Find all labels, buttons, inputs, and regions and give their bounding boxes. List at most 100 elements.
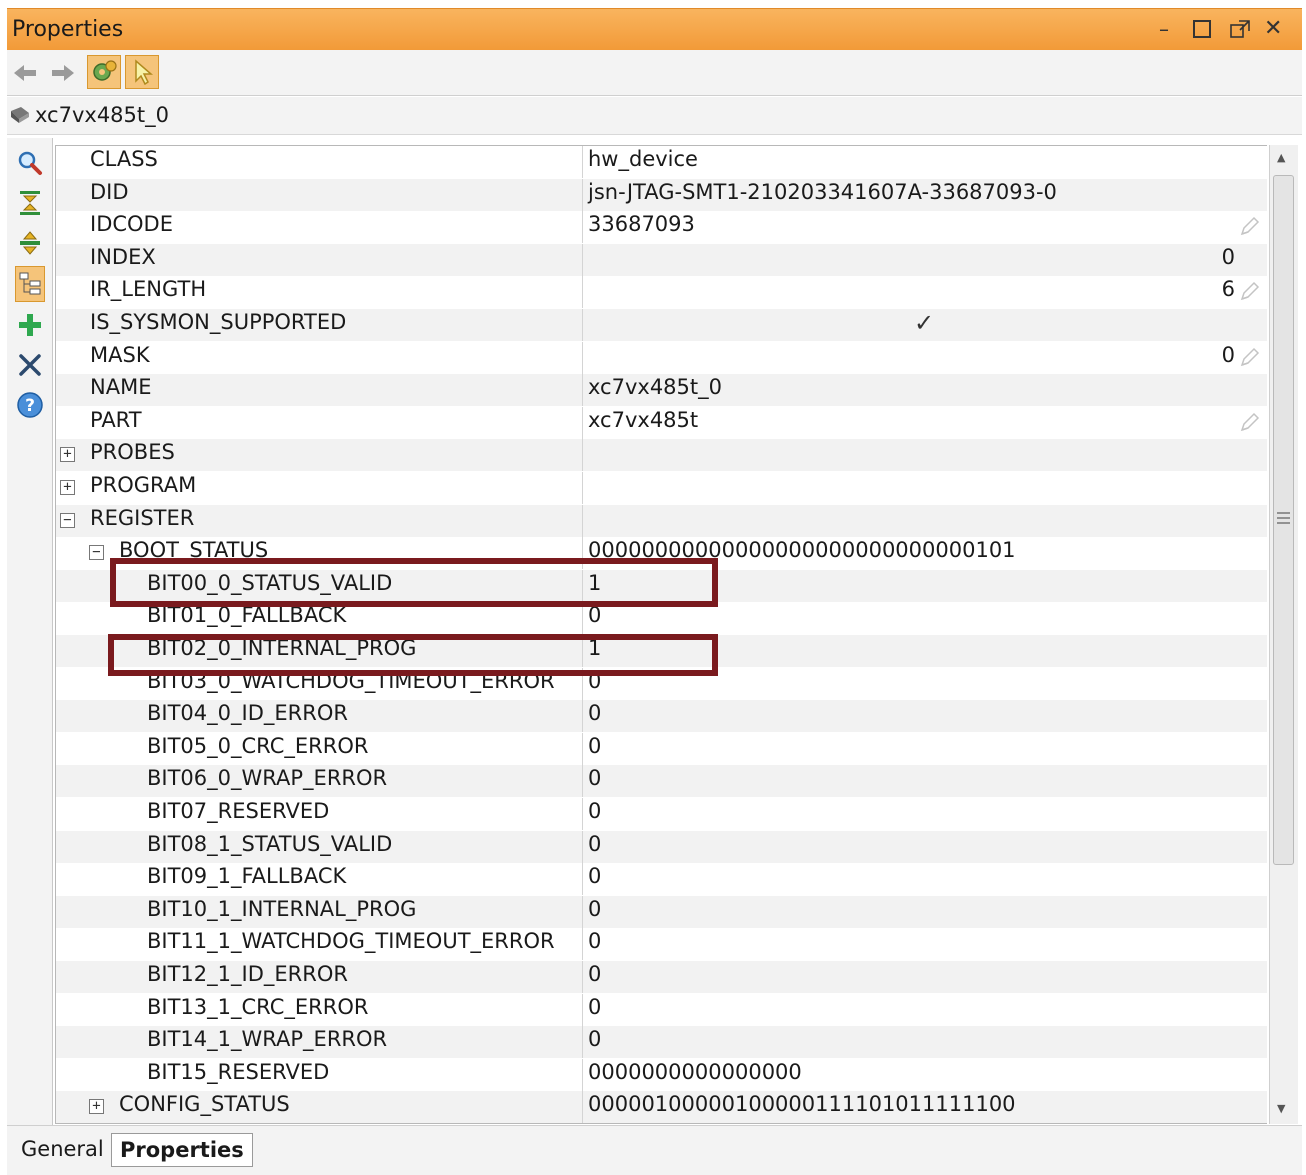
property-value[interactable]: 0 <box>588 962 601 986</box>
property-row[interactable]: MASK 0 <box>56 341 1267 374</box>
property-name: BIT04_0_ID_ERROR <box>147 701 348 726</box>
object-bar: xc7vx485t_0 <box>7 97 1302 135</box>
property-value[interactable]: 0 <box>588 669 601 693</box>
property-name: BIT13_1_CRC_ERROR <box>147 994 369 1019</box>
property-row[interactable]: BIT08_1_STATUS_VALID 0 <box>56 830 1267 863</box>
close-icon[interactable]: ✕ <box>1264 17 1282 41</box>
property-row[interactable]: BIT09_1_FALLBACK 0 <box>56 863 1267 896</box>
property-value[interactable]: 0 <box>588 864 601 888</box>
property-value[interactable]: 0 <box>588 799 601 823</box>
column-separator <box>582 798 583 830</box>
property-row[interactable]: BIT04_0_ID_ERROR 0 <box>56 700 1267 733</box>
property-value[interactable]: 00000000000000000000000000000101 <box>588 538 1016 562</box>
edit-pencil-icon[interactable] <box>1238 347 1260 373</box>
edit-pencil-icon[interactable] <box>1238 412 1260 438</box>
property-row[interactable]: DID jsn-JTAG-SMT1-210203341607A-33687093-… <box>56 178 1267 211</box>
add-icon[interactable] <box>15 310 45 340</box>
property-value[interactable]: 0 <box>1222 245 1235 269</box>
property-row[interactable]: NAME xc7vx485t_0 <box>56 374 1267 407</box>
property-row[interactable]: BIT10_1_INTERNAL_PROG 0 <box>56 895 1267 928</box>
property-value[interactable]: 0 <box>588 603 601 627</box>
property-row[interactable]: BIT02_0_INTERNAL_PROG 1 <box>56 635 1267 667</box>
maximize-icon[interactable] <box>1192 19 1212 44</box>
collapse-all-icon[interactable] <box>15 188 45 218</box>
property-row[interactable]: BIT13_1_CRC_ERROR 0 <box>56 993 1267 1026</box>
delete-icon[interactable] <box>15 350 45 380</box>
pointer-icon[interactable] <box>125 55 159 89</box>
column-separator <box>582 146 583 178</box>
collapse-icon[interactable]: − <box>89 545 104 561</box>
property-value[interactable]: 0 <box>588 734 601 758</box>
property-value[interactable]: 0 <box>588 832 601 856</box>
property-table: CLASS hw_device DID jsn-JTAG-SMT1-210203341… <box>55 145 1267 1124</box>
property-row[interactable]: + PROBES <box>56 439 1267 472</box>
property-name: BIT14_1_WRAP_ERROR <box>147 1027 388 1052</box>
property-row[interactable]: IR_LENGTH 6 <box>56 276 1267 309</box>
property-row[interactable]: PART xc7vx485t <box>56 406 1267 439</box>
tab-general[interactable]: General <box>13 1133 112 1167</box>
property-row[interactable]: BIT06_0_WRAP_ERROR 0 <box>56 765 1267 798</box>
property-value[interactable]: xc7vx485t_0 <box>588 375 722 399</box>
checkmark-icon[interactable]: ✓ <box>914 309 934 337</box>
property-row[interactable]: IS_SYSMON_SUPPORTED ✓ <box>56 309 1267 341</box>
property-row[interactable]: BIT14_1_WRAP_ERROR 0 <box>56 1026 1267 1059</box>
property-value[interactable]: 0 <box>588 929 601 953</box>
property-row[interactable]: IDCODE 33687093 <box>56 211 1267 244</box>
property-row[interactable]: BIT07_RESERVED 0 <box>56 798 1267 830</box>
property-row[interactable]: BIT00_0_STATUS_VALID 1 <box>56 569 1267 602</box>
float-icon[interactable] <box>1229 19 1251 44</box>
gear-icon[interactable] <box>87 55 121 89</box>
property-row[interactable]: + PROGRAM <box>56 472 1267 504</box>
property-row[interactable]: BIT01_0_FALLBACK 0 <box>56 602 1267 635</box>
expand-icon[interactable]: + <box>89 1099 104 1115</box>
property-row[interactable]: BIT03_0_WATCHDOG_TIMEOUT_ERROR 0 <box>56 667 1267 700</box>
column-separator <box>582 1026 583 1059</box>
expand-icon[interactable]: + <box>60 447 75 463</box>
column-separator <box>582 439 583 472</box>
property-row[interactable]: BIT11_1_WATCHDOG_TIMEOUT_ERROR 0 <box>56 928 1267 961</box>
property-name: BIT06_0_WRAP_ERROR <box>147 766 388 791</box>
column-separator <box>582 732 583 765</box>
property-value[interactable]: 1 <box>588 636 601 660</box>
property-value[interactable]: 0 <box>588 897 601 921</box>
property-row[interactable]: BIT12_1_ID_ERROR 0 <box>56 961 1267 993</box>
property-value[interactable]: 0 <box>588 701 601 725</box>
property-row[interactable]: − BOOT_STATUS 0000000000000000000000000000… <box>56 537 1267 570</box>
property-row[interactable]: CLASS hw_device <box>56 146 1267 178</box>
expand-all-icon[interactable] <box>15 228 45 258</box>
minimize-icon[interactable]: – <box>1159 17 1169 41</box>
expand-icon[interactable]: + <box>60 480 75 495</box>
property-row[interactable]: BIT15_RESERVED 0000000000000000 <box>56 1058 1267 1091</box>
property-value[interactable]: xc7vx485t <box>588 408 698 432</box>
device-icon <box>9 105 31 129</box>
scroll-up-icon[interactable]: ▲ <box>1277 151 1285 164</box>
collapse-icon[interactable]: − <box>60 512 75 528</box>
group-icon[interactable] <box>15 266 45 302</box>
property-value[interactable]: 0 <box>588 766 601 790</box>
edit-pencil-icon[interactable] <box>1238 216 1260 242</box>
property-value[interactable]: 0 <box>1222 343 1235 367</box>
property-value[interactable]: 6 <box>1222 277 1235 301</box>
scroll-down-icon[interactable]: ▼ <box>1277 1102 1285 1115</box>
property-value[interactable]: hw_device <box>588 147 698 171</box>
vertical-scrollbar[interactable]: ▲ ▼ <box>1269 145 1298 1124</box>
property-row[interactable]: BIT05_0_CRC_ERROR 0 <box>56 732 1267 765</box>
tab-properties[interactable]: Properties <box>111 1133 253 1167</box>
forward-arrow-icon[interactable] <box>49 60 77 86</box>
property-row[interactable]: − REGISTER <box>56 504 1267 537</box>
property-value[interactable]: jsn-JTAG-SMT1-210203341607A-33687093-0 <box>588 180 1057 204</box>
back-arrow-icon[interactable] <box>11 60 39 86</box>
search-icon[interactable] <box>15 148 45 178</box>
property-value[interactable]: 00000100000100000111101011111100 <box>588 1092 1016 1116</box>
property-value[interactable]: 1 <box>588 571 601 595</box>
property-value[interactable]: 0000000000000000 <box>588 1060 802 1084</box>
property-value[interactable]: 0 <box>588 995 601 1019</box>
property-row[interactable]: + CONFIG_STATUS 00000100000100000111101011… <box>56 1091 1267 1123</box>
help-icon[interactable]: ? <box>15 390 45 420</box>
edit-pencil-icon[interactable] <box>1238 281 1260 307</box>
property-value[interactable]: 33687093 <box>588 212 695 236</box>
column-separator <box>582 276 583 309</box>
property-value[interactable]: 0 <box>588 1027 601 1051</box>
scrollbar-thumb[interactable] <box>1273 175 1294 865</box>
property-row[interactable]: INDEX 0 <box>56 243 1267 276</box>
